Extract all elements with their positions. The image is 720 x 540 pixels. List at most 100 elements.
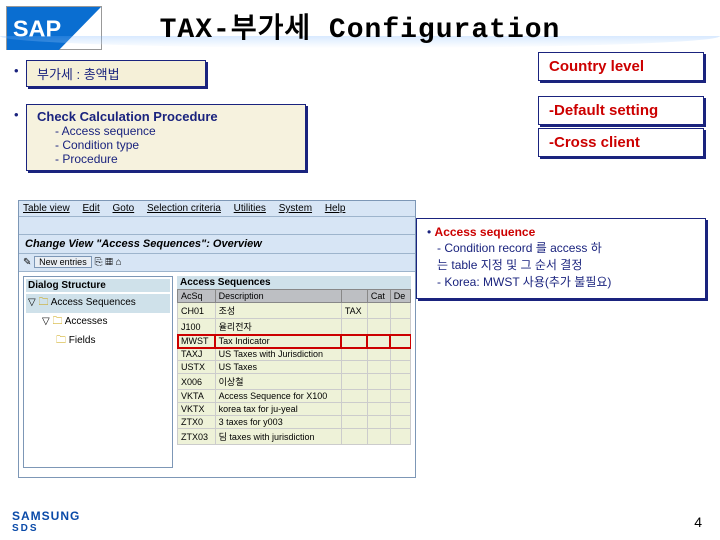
table-cell[interactable] [390,303,410,319]
table-cell[interactable] [390,429,410,445]
pencil-icon[interactable]: ✎ [23,257,31,268]
table-cell[interactable] [390,335,410,348]
table-cell[interactable] [390,416,410,429]
table-cell[interactable]: VKTX [178,403,216,416]
table-row[interactable]: ZTX03딤 taxes with jurisdiction [178,429,411,445]
table-cell[interactable] [367,429,390,445]
table-cell[interactable]: J100 [178,319,216,335]
table-cell[interactable] [390,319,410,335]
note-line: - Condition record 를 access 하 [437,239,695,256]
col-blank[interactable] [341,290,367,303]
table-cell[interactable]: Access Sequence for X100 [215,390,341,403]
table-cell[interactable]: US Taxes with Jurisdiction [215,348,341,361]
table-row[interactable]: USTXUS Taxes [178,361,411,374]
bullet-2-item: - Access sequence [55,124,295,138]
table-cell[interactable] [367,416,390,429]
dialog-structure-tree[interactable]: Dialog Structure ▽ 🗀 Access Sequences ▽ … [23,276,173,468]
table-cell[interactable]: US Taxes [215,361,341,374]
table-cell[interactable]: Tax Indicator [215,335,341,348]
table-cell[interactable]: korea tax for ju-yeal [215,403,341,416]
note-title: Access sequence [435,225,536,239]
table-cell[interactable]: MWST [178,335,216,348]
bullet-2: Check Calculation Procedure - Access seq… [26,104,306,171]
table-cell[interactable] [390,361,410,374]
table-row[interactable]: J100율리전자 [178,319,411,335]
table-cell[interactable] [390,403,410,416]
tree-item-accesses[interactable]: ▽ 🗀 Accesses [26,313,170,332]
table-cell[interactable] [341,403,367,416]
table-cell[interactable]: 율리전자 [215,319,341,335]
sap-sub-toolbar[interactable]: ✎ New entries ⎘ ▦ ⌂ [19,254,415,272]
folder-icon: 🗀 [38,297,48,308]
menu-item[interactable]: Goto [113,203,135,214]
table-cell[interactable] [341,335,367,348]
table-cell[interactable] [367,348,390,361]
table-row[interactable]: CH01조성TAX [178,303,411,319]
access-sequences-table[interactable]: AcSq Description Cat De CH01조성TAXJ100율리전… [177,289,411,445]
table-cell[interactable]: VKTA [178,390,216,403]
note-line: - Korea: MWST 사용(추가 불필요) [437,273,695,290]
table-cell[interactable]: ZTX03 [178,429,216,445]
table-row[interactable]: VKTXkorea tax for ju-yeal [178,403,411,416]
table-cell[interactable] [367,390,390,403]
table-row[interactable]: TAXJUS Taxes with Jurisdiction [178,348,411,361]
menu-item[interactable]: System [279,203,312,214]
folder-icon: 🗀 [52,316,62,327]
table-cell[interactable] [367,335,390,348]
table-cell[interactable] [367,361,390,374]
bullet-1: 부가세 : 총액법 [26,60,206,87]
col-cat[interactable]: Cat [367,290,390,303]
tree-icon[interactable]: ⌂ [116,257,122,268]
table-cell[interactable] [367,303,390,319]
tree-header: Dialog Structure [26,279,170,292]
col-description[interactable]: Description [215,290,341,303]
new-entries-button[interactable]: New entries [34,256,92,268]
table-cell[interactable]: CH01 [178,303,216,319]
table-cell[interactable]: X006 [178,374,216,390]
table-cell[interactable]: TAXJ [178,348,216,361]
menu-item[interactable]: Selection criteria [147,203,221,214]
table-cell[interactable] [341,416,367,429]
table-cell[interactable] [341,348,367,361]
table-cell[interactable] [390,348,410,361]
table-cell[interactable]: 이상철 [215,374,341,390]
col-de[interactable]: De [390,290,410,303]
table-cell[interactable] [390,374,410,390]
table-row[interactable]: ZTX03 taxes for y003 [178,416,411,429]
table-cell[interactable] [341,374,367,390]
note-line: 는 table 지정 및 그 순서 결정 [437,256,695,273]
table-row[interactable]: VKTAAccess Sequence for X100 [178,390,411,403]
table-cell[interactable]: 3 taxes for y003 [215,416,341,429]
sap-view-title: Change View "Access Sequences": Overview [19,235,415,254]
copy-icon[interactable]: ⎘ [94,257,102,268]
table-cell[interactable]: USTX [178,361,216,374]
table-cell[interactable]: ZTX0 [178,416,216,429]
table-cell[interactable]: TAX [341,303,367,319]
table-row[interactable]: X006이상철 [178,374,411,390]
table-cell[interactable]: 딤 taxes with jurisdiction [215,429,341,445]
menu-item[interactable]: Edit [82,203,99,214]
sap-menu-bar[interactable]: Table view Edit Goto Selection criteria … [19,201,415,217]
table-row[interactable]: MWSTTax Indicator [178,335,411,348]
note-box: • Access sequence - Condition record 를 a… [416,218,706,299]
tree-item-access-sequences[interactable]: ▽ 🗀 Access Sequences [26,294,170,313]
col-acsq[interactable]: AcSq [178,290,216,303]
grid-icon[interactable]: ▦ [105,257,113,268]
table-cell[interactable] [341,429,367,445]
table-cell[interactable] [367,374,390,390]
table-cell[interactable] [341,390,367,403]
table-cell[interactable] [367,403,390,416]
table-cell[interactable] [367,319,390,335]
status-default-setting: -Default setting [538,96,704,125]
access-sequences-table-wrap: Access Sequences AcSq Description Cat De… [177,276,411,468]
table-cell[interactable]: 조성 [215,303,341,319]
tree-item-fields[interactable]: 🗀 Fields [26,332,170,351]
table-cell[interactable] [390,390,410,403]
table-cell[interactable] [341,361,367,374]
sap-toolbar[interactable] [19,217,415,235]
menu-item[interactable]: Utilities [234,203,266,214]
table-cell[interactable] [341,319,367,335]
samsung-logo: SAMSUNGSDS [12,509,80,534]
menu-item[interactable]: Table view [23,203,70,214]
menu-item[interactable]: Help [325,203,346,214]
